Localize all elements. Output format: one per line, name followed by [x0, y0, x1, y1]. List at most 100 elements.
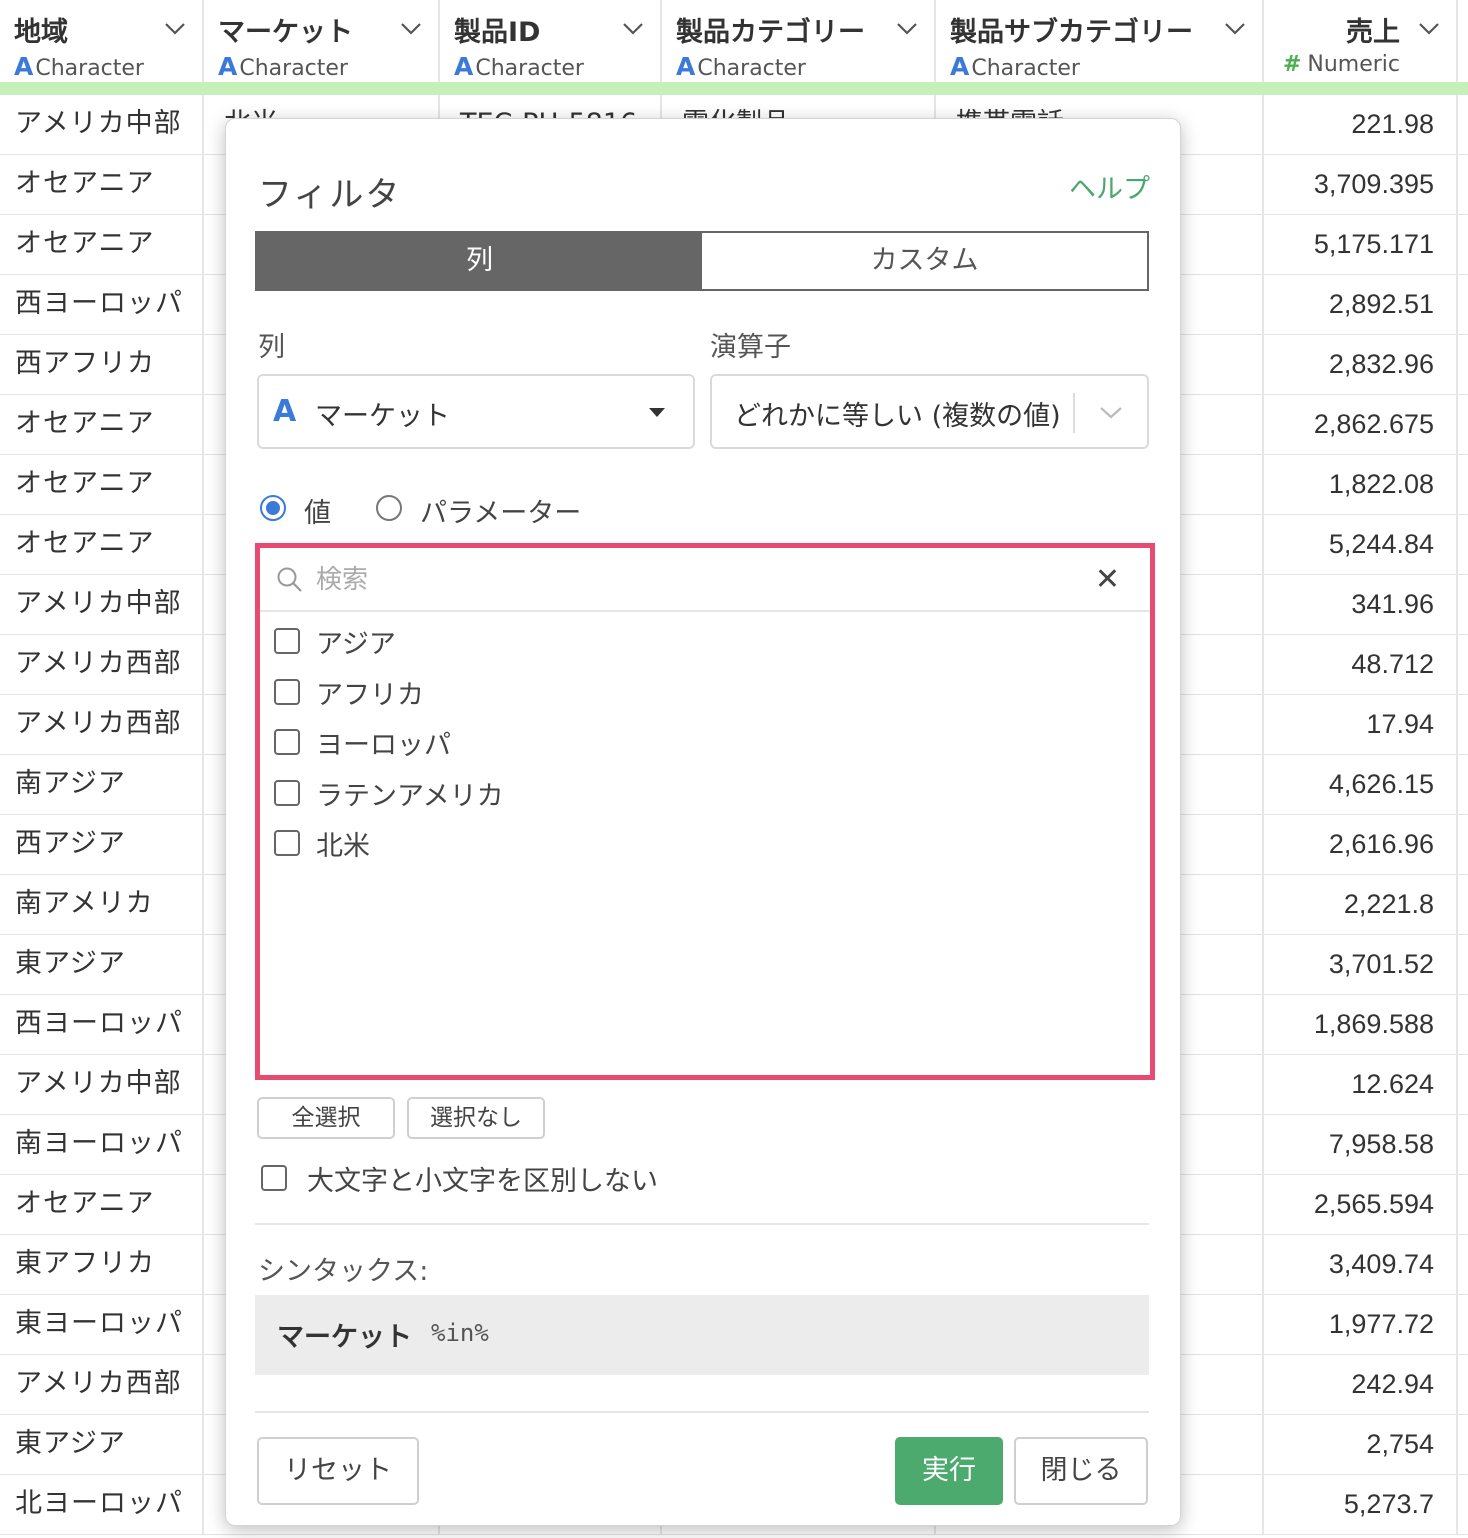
option-checkbox[interactable] — [274, 830, 300, 856]
cell-region: 東アフリカ — [0, 1235, 204, 1295]
select-none-button[interactable]: 選択なし — [407, 1097, 545, 1139]
chevron-down-icon[interactable] — [1099, 406, 1123, 420]
header-indicator-bar — [0, 82, 1468, 95]
value-selection-box: ✕ アジアアフリカヨーロッパラテンアメリカ北米 — [255, 543, 1155, 1080]
column-header-name: 売上 — [1346, 17, 1400, 48]
close-button[interactable]: 閉じる — [1014, 1437, 1148, 1505]
chevron-down-icon[interactable] — [164, 22, 186, 36]
divider — [255, 1411, 1149, 1413]
column-header-name: 製品サブカテゴリー — [950, 17, 1193, 48]
column-header-region[interactable]: 地域 ACharacter — [0, 0, 204, 82]
column-type: # Numeric — [1282, 52, 1400, 77]
column-label: 列 — [258, 332, 285, 363]
cell-region: オセアニア — [0, 515, 204, 575]
character-type-icon: A — [454, 52, 474, 81]
option-label: 北米 — [316, 831, 370, 862]
cell-region: オセアニア — [0, 1175, 204, 1235]
column-header-sales[interactable]: 売上 # Numeric — [1264, 0, 1458, 82]
character-type-icon: A — [218, 52, 238, 81]
option-checkbox[interactable] — [274, 678, 300, 705]
column-header-name: 製品カテゴリー — [676, 17, 865, 48]
caret-down-icon — [649, 408, 665, 417]
operator-select[interactable]: どれかに等しい (複数の値) — [710, 374, 1149, 449]
cell-region: 南アメリカ — [0, 875, 204, 935]
case-insensitive-label: 大文字と小文字を区別しない — [307, 1166, 658, 1197]
chevron-down-icon[interactable] — [896, 22, 918, 36]
cell-sales: 3,709.395 — [1264, 155, 1458, 215]
chevron-down-icon[interactable] — [622, 22, 644, 36]
cell-region: 東アジア — [0, 1415, 204, 1475]
tab-column[interactable]: 列 — [257, 233, 702, 289]
column-header-name: 地域 — [14, 17, 68, 48]
cell-sales: 5,244.84 — [1264, 515, 1458, 575]
cell-sales: 2,754 — [1264, 1415, 1458, 1475]
cell-region: 南アジア — [0, 755, 204, 815]
cell-sales: 1,869.588 — [1264, 995, 1458, 1055]
cell-region: アメリカ中部 — [0, 95, 204, 155]
radio-parameter-label: パラメーター — [420, 498, 582, 529]
option-label: ラテンアメリカ — [316, 780, 504, 812]
cell-sales: 2,221.8 — [1264, 875, 1458, 935]
column-header-product-id[interactable]: 製品ID ACharacter — [440, 0, 662, 82]
cell-sales: 2,892.51 — [1264, 275, 1458, 335]
clear-icon[interactable]: ✕ — [1095, 562, 1120, 597]
cell-region: オセアニア — [0, 215, 204, 275]
cell-sales: 12.624 — [1264, 1055, 1458, 1115]
search-input[interactable] — [316, 560, 1076, 600]
option-checkbox[interactable] — [274, 779, 300, 806]
tab-custom[interactable]: カスタム — [702, 233, 1147, 289]
column-select-value: マーケット — [315, 401, 450, 432]
search-icon — [277, 567, 302, 592]
column-header-subcategory[interactable]: 製品サブカテゴリー ACharacter — [936, 0, 1264, 82]
cell-sales: 3,701.52 — [1264, 935, 1458, 995]
cell-region: 北ヨーロッパ — [0, 1475, 204, 1535]
cell-sales: 221.98 — [1264, 95, 1458, 155]
cell-sales: 1,977.72 — [1264, 1295, 1458, 1355]
cell-sales: 5,273.7 — [1264, 1475, 1458, 1535]
syntax-preview: マーケット %in% — [255, 1295, 1149, 1375]
cell-sales: 1,822.08 — [1264, 455, 1458, 515]
cell-sales: 2,862.675 — [1264, 395, 1458, 455]
cell-sales: 17.94 — [1264, 695, 1458, 755]
cell-region: 西アフリカ — [0, 335, 204, 395]
divider — [255, 1223, 1149, 1225]
cell-sales: 242.94 — [1264, 1355, 1458, 1415]
cell-region: アメリカ西部 — [0, 1355, 204, 1415]
option-label: アジア — [316, 629, 396, 660]
option-checkbox[interactable] — [274, 628, 300, 654]
column-header-market[interactable]: マーケット ACharacter — [204, 0, 440, 82]
radio-value-label: 値 — [304, 498, 331, 529]
select-divider — [1073, 393, 1075, 433]
cell-sales: 2,616.96 — [1264, 815, 1458, 875]
help-link[interactable]: ヘルプ — [1069, 167, 1150, 206]
cell-region: 西ヨーロッパ — [0, 275, 204, 335]
option-checkbox[interactable] — [274, 729, 300, 755]
column-select[interactable]: A マーケット — [257, 374, 695, 449]
reset-button[interactable]: リセット — [257, 1437, 419, 1505]
radio-value[interactable] — [260, 495, 286, 521]
cell-sales: 2,832.96 — [1264, 335, 1458, 395]
cell-sales: 7,958.58 — [1264, 1115, 1458, 1175]
syntax-keyword: マーケット — [277, 1322, 412, 1353]
character-type-icon: A — [950, 52, 970, 81]
cell-sales: 341.96 — [1264, 575, 1458, 635]
column-type: ACharacter — [218, 52, 348, 81]
column-header-name: マーケット — [218, 17, 353, 48]
cell-sales: 3,409.74 — [1264, 1235, 1458, 1295]
select-all-button[interactable]: 全選択 — [257, 1097, 395, 1139]
chevron-down-icon[interactable] — [400, 22, 422, 36]
cell-region: 西ヨーロッパ — [0, 995, 204, 1055]
chevron-down-icon[interactable] — [1418, 22, 1440, 36]
column-header-category[interactable]: 製品カテゴリー ACharacter — [662, 0, 936, 82]
case-insensitive-checkbox[interactable] — [261, 1165, 287, 1191]
cell-region: アメリカ中部 — [0, 575, 204, 635]
option-label: ヨーロッパ — [316, 730, 451, 761]
column-type: ACharacter — [950, 52, 1080, 81]
column-type: ACharacter — [14, 52, 144, 81]
radio-parameter[interactable] — [376, 495, 402, 521]
numeric-type-icon: # — [1282, 52, 1302, 77]
chevron-down-icon[interactable] — [1224, 22, 1246, 36]
run-button[interactable]: 実行 — [895, 1437, 1003, 1505]
filter-mode-tabs: 列 カスタム — [255, 231, 1149, 291]
option-label: アフリカ — [316, 679, 424, 711]
